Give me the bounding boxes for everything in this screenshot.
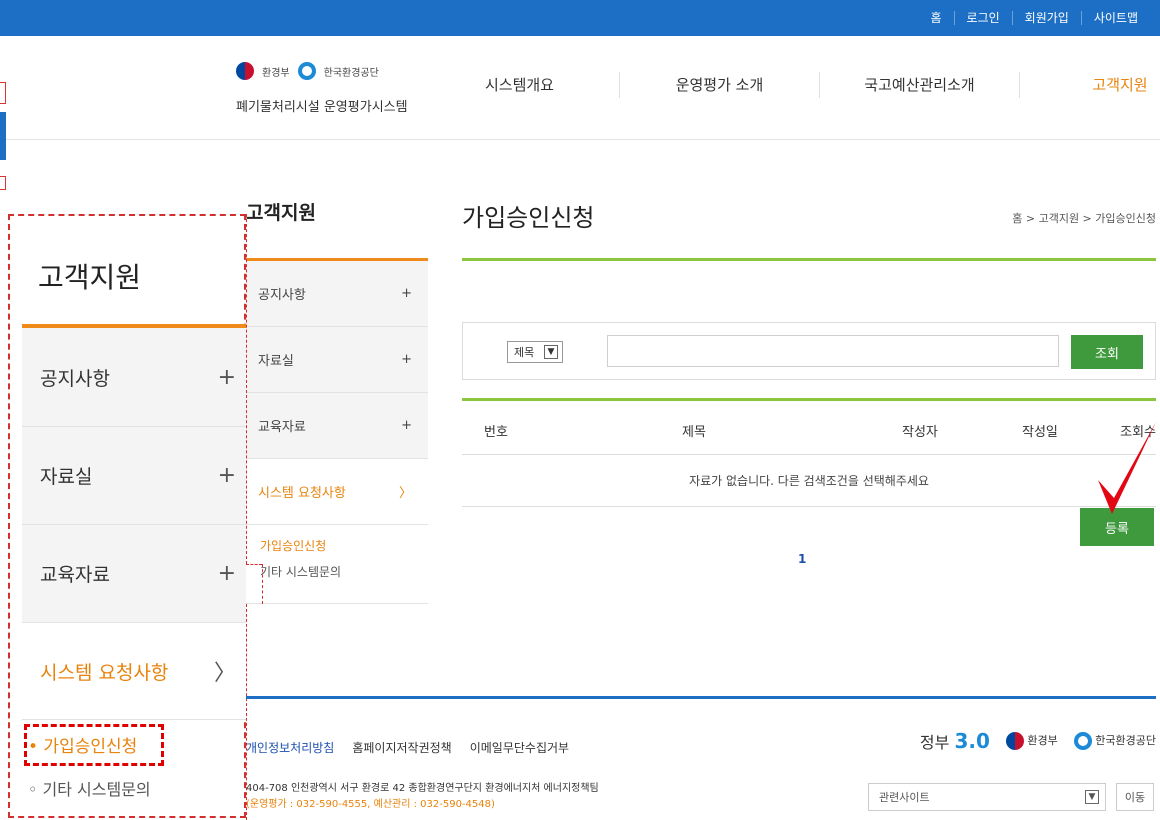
sidebar-item-system-request[interactable]: 시스템 요청사항 〉 xyxy=(246,459,428,525)
footer-logos: 정부 3.0 환경부 한국환경공단 xyxy=(920,729,1156,753)
gov30-logo-number: 3.0 xyxy=(954,729,990,753)
top-utility-bar: 홈 로그인 회원가입 사이트맵 xyxy=(0,0,1160,36)
callout-connector xyxy=(246,564,262,565)
keco-footer-logo-text: 한국환경공단 xyxy=(1095,734,1156,747)
ministry-logo-icon xyxy=(1005,732,1024,750)
sidebar-item-label: 시스템 요청사항 xyxy=(258,486,346,501)
ministry-footer-logo-text: 환경부 xyxy=(1027,734,1058,747)
chevron-right-icon: 〉 xyxy=(398,486,412,501)
related-sites-value: 관련사이트 xyxy=(879,791,930,804)
breadcrumb: 홈 > 고객지원 > 가입승인신청 xyxy=(1012,212,1156,225)
sidebar-item-education[interactable]: 교육자료 + xyxy=(246,393,428,459)
keco-logo-icon xyxy=(1073,732,1092,750)
main-content: 가입승인신청 홈 > 고객지원 > 가입승인신청 xyxy=(462,198,1156,261)
zoomed-sidebar-callout: 고객지원 공지사항 + 자료실 + 교육자료 + 시스템 요청사항 〉 • 가입… xyxy=(8,214,246,818)
keco-logo-text: 한국환경공단 xyxy=(323,67,379,79)
chevron-down-icon: ▼ xyxy=(544,345,558,359)
zoom-item-system-request[interactable]: 시스템 요청사항 〉 xyxy=(22,622,246,720)
sitemap-link[interactable]: 사이트맵 xyxy=(1080,11,1150,25)
sidebar-item-notice[interactable]: 공지사항 + xyxy=(246,261,428,327)
utility-links: 홈 로그인 회원가입 사이트맵 xyxy=(918,0,1150,36)
gov30-logo-text: 정부 xyxy=(919,733,950,752)
callout-connector xyxy=(246,214,247,564)
signup-link[interactable]: 회원가입 xyxy=(1011,11,1081,25)
zoom-item-archive[interactable]: 자료실 + xyxy=(22,426,246,524)
logo-group[interactable]: 환경부 한국환경공단 xyxy=(236,62,379,80)
title-divider xyxy=(462,258,1156,261)
sidebar-submenu: 가입승인신청 기타 시스템문의 xyxy=(246,525,428,604)
gov30-logo: 정부 3.0 xyxy=(920,729,990,753)
sidebar-item-label: 공지사항 xyxy=(258,288,306,303)
sidebar-item-label: 자료실 xyxy=(258,354,294,369)
zoom-item-education[interactable]: 교육자료 + xyxy=(22,524,246,622)
footer-phones: (운영평가 : 032-590-4555, 예산관리 : 032-590-454… xyxy=(246,799,495,810)
clipped-marker xyxy=(0,82,6,104)
ministry-logo-text: 환경부 xyxy=(262,67,290,79)
move-button[interactable]: 이동 xyxy=(1116,783,1154,811)
chevron-down-icon: ▼ xyxy=(1085,790,1099,804)
plus-icon: + xyxy=(401,352,412,367)
sidebar-subitem-other-inquiry[interactable]: 기타 시스템문의 xyxy=(260,559,416,585)
email-refusal-link[interactable]: 이메일무단수집거부 xyxy=(470,739,569,756)
footer-links: 개인정보처리방침 홈페이지저작권정책 이메일무단수집거부 xyxy=(246,739,569,756)
sidebar-nav: 고객지원 공지사항 + 자료실 + 교육자료 + 시스템 요청사항 〉 가입승인… xyxy=(246,198,428,604)
nav-budget-intro[interactable]: 국고예산관리소개 xyxy=(820,72,1020,98)
empty-message: 자료가 없습니다. 다른 검색조건을 선택해주세요 xyxy=(462,455,1156,507)
plus-icon: + xyxy=(217,463,236,488)
site-title[interactable]: 폐기물처리시설 운영평가시스템 xyxy=(236,96,408,115)
col-date: 작성일 xyxy=(1022,425,1058,440)
board-table: 번호 제목 작성자 작성일 조회수 자료가 없습니다. 다른 검색조건을 선택해… xyxy=(462,398,1156,507)
zoom-subitem-join-approval[interactable]: • 가입승인신청 xyxy=(28,732,137,757)
sidebar-item-archive[interactable]: 자료실 + xyxy=(246,327,428,393)
zoom-item-label: 공지사항 xyxy=(40,367,110,390)
pagination-page-1[interactable]: 1 xyxy=(798,552,806,566)
nav-customer-support[interactable]: 고객지원 xyxy=(1020,72,1160,98)
chevron-right-icon: 〉 xyxy=(213,661,236,686)
checkmark-annotation-icon xyxy=(1098,422,1156,514)
home-link[interactable]: 홈 xyxy=(918,11,953,25)
clipped-marker xyxy=(0,176,6,190)
col-number: 번호 xyxy=(484,425,508,440)
plus-icon: + xyxy=(217,561,236,586)
zoom-item-label: 자료실 xyxy=(40,466,93,488)
plus-icon: + xyxy=(401,418,412,433)
nav-evaluation-intro[interactable]: 운영평가 소개 xyxy=(620,72,820,98)
keco-logo-icon xyxy=(297,62,316,80)
table-header: 번호 제목 작성자 작성일 조회수 xyxy=(462,401,1156,455)
sidebar-item-label: 교육자료 xyxy=(258,420,306,435)
keco-footer-logo: 한국환경공단 xyxy=(1073,732,1156,750)
login-link[interactable]: 로그인 xyxy=(953,11,1012,25)
plus-icon: + xyxy=(401,286,412,301)
col-author: 작성자 xyxy=(902,425,938,440)
clipped-marker xyxy=(0,112,6,160)
site-header: 환경부 한국환경공단 폐기물처리시설 운영평가시스템 시스템개요 운영평가 소개… xyxy=(0,36,1160,140)
main-nav: 시스템개요 운영평가 소개 국고예산관리소개 고객지원 xyxy=(420,72,1160,98)
footer-address: 404-708 인천광역시 서구 환경로 42 종합환경연구단지 환경에너지처 … xyxy=(246,783,599,794)
sidebar-title: 고객지원 xyxy=(246,202,316,224)
search-button[interactable]: 조회 xyxy=(1071,335,1143,369)
privacy-policy-link[interactable]: 개인정보처리방침 xyxy=(246,739,334,756)
ministry-footer-logo: 환경부 xyxy=(1005,732,1058,750)
zoom-item-notice[interactable]: 공지사항 + xyxy=(22,328,246,426)
zoom-item-label: 교육자료 xyxy=(40,564,110,586)
site-footer: 개인정보처리방침 홈페이지저작권정책 이메일무단수집거부 404-708 인천광… xyxy=(246,696,1156,820)
zoom-title: 고객지원 xyxy=(38,261,142,294)
plus-icon: + xyxy=(217,364,236,390)
callout-connector xyxy=(262,564,263,604)
nav-system-overview[interactable]: 시스템개요 xyxy=(420,72,620,98)
search-field-select-value: 제목 xyxy=(514,346,535,359)
ministry-logo-icon xyxy=(236,62,254,80)
related-sites-select[interactable]: 관련사이트 ▼ xyxy=(868,783,1106,811)
search-input[interactable] xyxy=(607,335,1059,367)
search-box: 제목 ▼ 조회 xyxy=(462,322,1156,380)
search-field-select[interactable]: 제목 ▼ xyxy=(507,341,563,363)
copyright-policy-link[interactable]: 홈페이지저작권정책 xyxy=(352,739,451,756)
zoom-subitem-other-inquiry[interactable]: ◦ 기타 시스템문의 xyxy=(28,776,151,800)
sidebar-subitem-join-approval[interactable]: 가입승인신청 xyxy=(260,533,416,559)
col-title: 제목 xyxy=(682,425,706,440)
zoom-item-label: 시스템 요청사항 xyxy=(40,661,169,684)
